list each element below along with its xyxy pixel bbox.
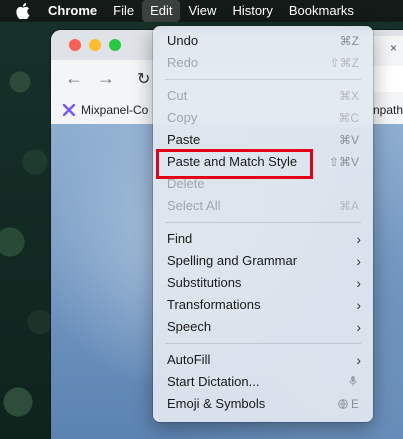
- bookmark-label: Mixpanel-Co: [81, 103, 149, 117]
- menu-item-redo: Redo ⇧⌘Z: [153, 52, 373, 74]
- shortcut-label: ⌘X: [338, 89, 359, 103]
- shortcut-key: E: [350, 397, 359, 411]
- chevron-right-icon: ›: [356, 319, 361, 335]
- minimize-window-button[interactable]: [89, 39, 101, 51]
- menu-item-find[interactable]: Find ›: [153, 228, 373, 250]
- menu-item-label: Paste and Match Style: [167, 154, 298, 169]
- menu-item-autofill[interactable]: AutoFill ›: [153, 349, 373, 371]
- shortcut-label: ⇧⌘Z: [329, 56, 359, 70]
- menu-item-undo[interactable]: Undo ⌘Z: [153, 30, 373, 52]
- menu-item-label: Cut: [167, 88, 188, 103]
- menu-item-label: Start Dictation...: [167, 374, 260, 389]
- apple-icon: [16, 3, 30, 19]
- menu-item-paste[interactable]: Paste ⌘V: [153, 129, 373, 151]
- menu-item-label: Transformations: [167, 297, 261, 312]
- tab-close-icon[interactable]: ×: [390, 36, 397, 60]
- shortcut-label: ⌘C: [338, 111, 359, 125]
- menu-separator: [165, 79, 361, 80]
- back-arrow-icon[interactable]: ←: [65, 68, 83, 89]
- menu-edit[interactable]: Edit: [142, 0, 181, 22]
- menu-item-label: Delete: [167, 176, 205, 191]
- globe-icon: [337, 399, 348, 409]
- shortcut-label: E: [337, 393, 359, 415]
- menu-history[interactable]: History: [224, 0, 280, 22]
- menu-item-label: AutoFill: [167, 352, 211, 367]
- menu-item-label: Emoji & Symbols: [167, 396, 266, 411]
- shortcut-label: ⌘Z: [339, 34, 359, 48]
- menu-bar: Chrome File Edit View History Bookmarks: [0, 0, 403, 22]
- edit-menu-dropdown: Undo ⌘Z Redo ⇧⌘Z Cut ⌘X Copy ⌘C Paste ⌘V…: [153, 26, 373, 422]
- chevron-right-icon: ›: [356, 275, 361, 291]
- menu-item-label: Speech: [167, 319, 212, 334]
- forward-arrow-icon[interactable]: →: [97, 68, 115, 89]
- menu-separator: [165, 222, 361, 223]
- chevron-right-icon: ›: [356, 253, 361, 269]
- bookmark-mixpanel[interactable]: Mixpanel-Co: [63, 103, 148, 117]
- reload-icon[interactable]: ↻: [137, 69, 150, 89]
- menu-separator: [165, 343, 361, 344]
- menu-item-label: Undo: [167, 33, 199, 48]
- menu-item-select-all: Select All ⌘A: [153, 195, 373, 217]
- menu-item-label: Find: [167, 231, 193, 246]
- menu-item-cut: Cut ⌘X: [153, 85, 373, 107]
- menu-item-spelling-and-grammar[interactable]: Spelling and Grammar ›: [153, 250, 373, 272]
- menu-item-copy: Copy ⌘C: [153, 107, 373, 129]
- menu-item-label: Paste: [167, 132, 201, 147]
- menu-chrome[interactable]: Chrome: [40, 0, 105, 22]
- shortcut-label: ⌘A: [338, 199, 359, 213]
- bookmark-item[interactable]: npath: [373, 103, 403, 117]
- zoom-window-button[interactable]: [109, 39, 121, 51]
- menu-item-substitutions[interactable]: Substitutions ›: [153, 272, 373, 294]
- menu-item-label: Substitutions: [167, 275, 242, 290]
- menu-file[interactable]: File: [105, 0, 142, 22]
- menu-item-label: Redo: [167, 55, 199, 70]
- menu-view[interactable]: View: [180, 0, 224, 22]
- menu-item-paste-and-match-style[interactable]: Paste and Match Style ⇧⌘V: [153, 151, 373, 173]
- menu-item-label: Copy: [167, 110, 198, 125]
- menu-item-label: Select All: [167, 198, 221, 213]
- menu-item-start-dictation[interactable]: Start Dictation...: [153, 371, 373, 393]
- microphone-icon: [349, 376, 357, 386]
- menu-bookmarks[interactable]: Bookmarks: [281, 0, 362, 22]
- shortcut-label: ⇧⌘V: [328, 155, 359, 169]
- shortcut-label: ⌘V: [338, 133, 359, 147]
- chevron-right-icon: ›: [356, 297, 361, 313]
- menu-item-label: Spelling and Grammar: [167, 253, 298, 268]
- apple-menu[interactable]: [0, 0, 40, 22]
- menu-item-delete: Delete: [153, 173, 373, 195]
- menu-item-speech[interactable]: Speech ›: [153, 316, 373, 338]
- mixpanel-icon: [63, 104, 75, 116]
- close-window-button[interactable]: [69, 39, 81, 51]
- menu-item-emoji-and-symbols[interactable]: Emoji & Symbols E: [153, 393, 373, 415]
- menu-item-transformations[interactable]: Transformations ›: [153, 294, 373, 316]
- chevron-right-icon: ›: [356, 231, 361, 247]
- chevron-right-icon: ›: [356, 352, 361, 368]
